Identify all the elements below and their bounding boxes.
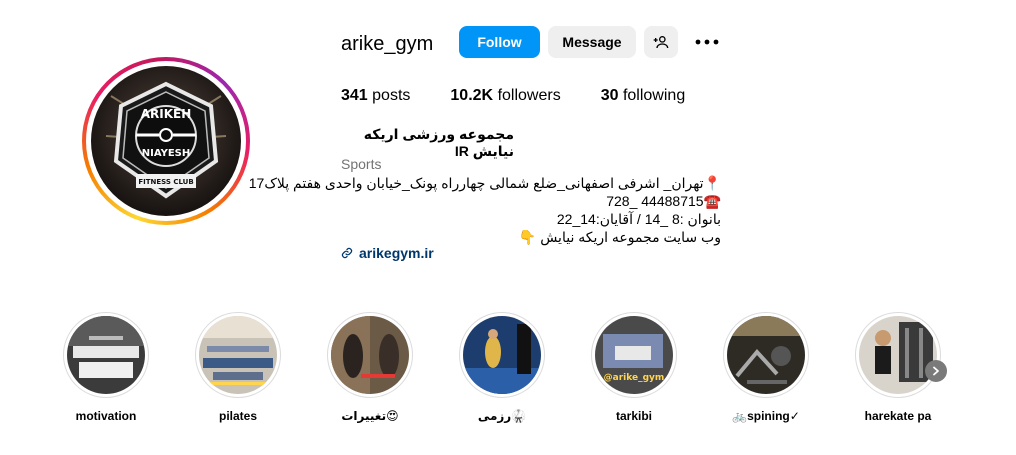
link-icon [341,247,353,259]
bio-phone: ☎️44488715 _728 [606,193,721,209]
full-name: مجموعه ورزشی اریکه نیایش IR [363,126,514,159]
highlight-ring [63,312,149,398]
website-link-text[interactable]: arikegym.ir [359,245,434,261]
username: arike_gym [341,33,434,55]
highlight-thumbnail [727,316,805,394]
avatar-text-mid: NIAYESH [142,148,191,159]
highlight-thumbnail [859,316,937,394]
avatar-text-top: ARIKEH [141,107,192,121]
highlight-ring [195,312,281,398]
message-button[interactable]: Message [548,26,636,58]
followers-value: 10.2K [450,87,494,104]
highlight-label: harekate pa [864,409,932,423]
highlight-motivation[interactable]: motivation [61,312,151,423]
highlight-ring [327,312,413,398]
posts-value: 341 [341,87,368,104]
bio-text: 📍تهران_ اشرفی اصفهانی_ضلع شمالی چهارراه … [248,174,721,246]
follow-button[interactable]: Follow [459,26,540,58]
highlight-overlay-text: @arike_gym [604,373,665,383]
avatar[interactable]: ARIKEH NIAYESH FITNESS CLUB [91,66,241,216]
highlight-ring: @arike_gym [591,312,677,398]
more-dots-icon [695,39,719,45]
following-label: following [622,87,686,104]
avatar-gap: ARIKEH NIAYESH FITNESS CLUB [86,61,246,221]
highlight-label: tarkibi [615,409,652,423]
followers-count[interactable]: 10.2K followers [450,87,560,105]
profile-stats: 341 posts 10.2K followers 30 following [341,87,725,105]
followers-label: followers [497,87,561,104]
highlight-label: تغییرات😍 [341,409,399,423]
highlight-thumbnail: @arike_gym [595,316,673,394]
bio-address: 📍تهران_ اشرفی اصفهانی_ضلع شمالی چهارراه … [248,175,721,191]
highlight-ring [459,312,545,398]
more-options-button[interactable] [692,30,722,54]
avatar-text-bottom: FITNESS CLUB [138,178,193,186]
profile-avatar-ring[interactable]: ARIKEH NIAYESH FITNESS CLUB [82,57,250,225]
highlight-thumbnail [463,316,541,394]
posts-count: 341 posts [341,87,410,105]
highlight-martial[interactable]: رزمی🥋 [457,312,547,423]
highlights-next-button[interactable] [925,360,947,382]
highlight-spining[interactable]: 🚲spining✓ [721,312,811,423]
highlight-thumbnail [67,316,145,394]
website-link[interactable]: arikegym.ir [341,245,434,261]
following-count[interactable]: 30 following [601,87,686,105]
bio-hours: بانوان :8 _14 / آقایان:14_22 [556,211,721,227]
highlight-label: 🚲spining✓ [732,409,800,423]
highlight-label: pilates [218,409,257,423]
highlight-ring [723,312,809,398]
highlight-thumbnail [199,316,277,394]
category-label: Sports [341,156,382,172]
highlight-label: رزمی🥋 [477,409,527,423]
chevron-right-icon [933,366,939,376]
following-value: 30 [600,87,619,104]
highlight-tarkibi[interactable]: @arike_gym tarkibi [589,312,679,423]
highlight-changes[interactable]: تغییرات😍 [325,312,415,423]
highlight-pilates[interactable]: pilates [193,312,283,423]
posts-label: posts [372,87,411,104]
highlight-ring [855,312,941,398]
suggest-accounts-button[interactable] [644,26,678,58]
bio-website-note: وب سایت مجموعه اریکه نیایش 👇 [518,229,721,245]
highlight-label: motivation [75,409,137,423]
add-user-icon [653,36,669,49]
highlight-thumbnail [331,316,409,394]
